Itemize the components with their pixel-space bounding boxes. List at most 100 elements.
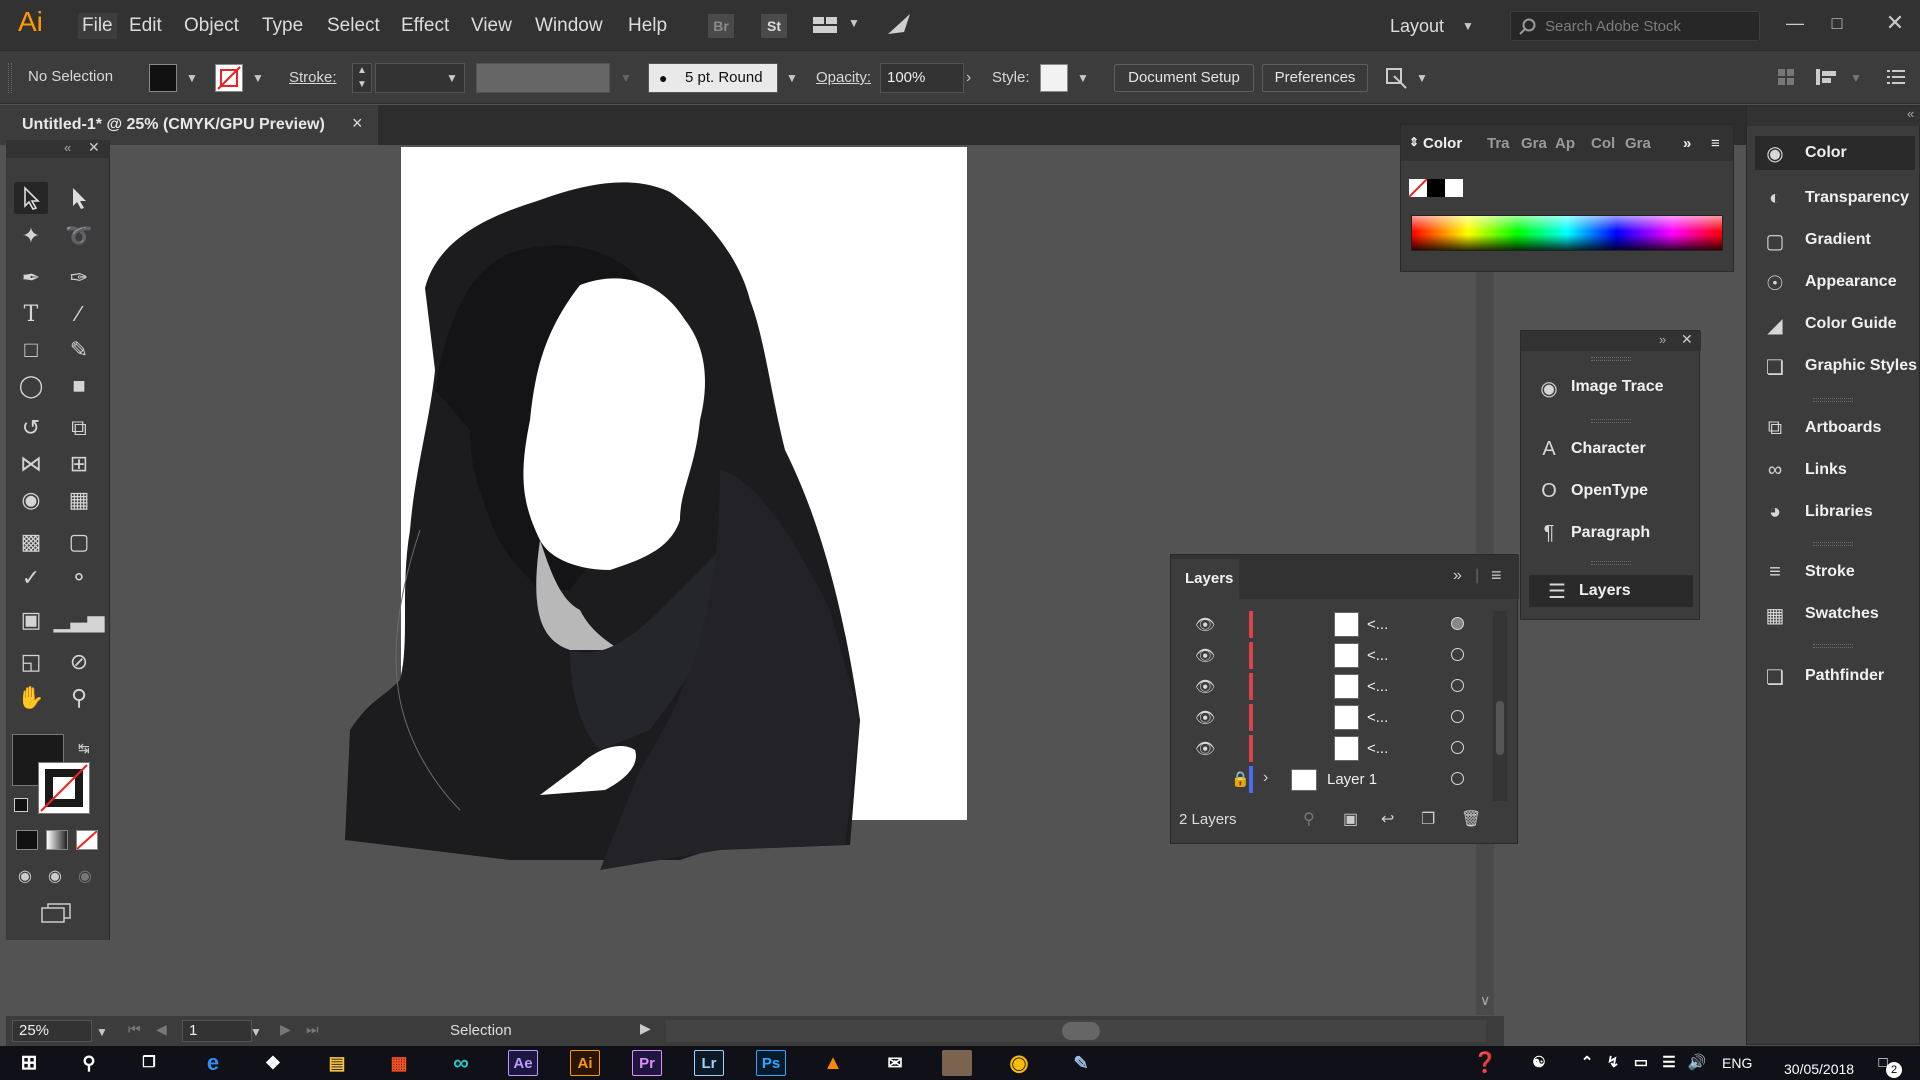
draw-inside-icon[interactable]: ◉ bbox=[78, 866, 92, 886]
windows-start-icon[interactable]: ⊞ bbox=[14, 1050, 44, 1076]
gpu-performance-icon[interactable] bbox=[884, 10, 914, 40]
none-mode-icon[interactable] bbox=[76, 830, 98, 850]
target-icon[interactable] bbox=[1451, 679, 1464, 692]
tab-gradient[interactable]: Gra bbox=[1521, 135, 1547, 152]
dock-paragraph[interactable]: ¶ Paragraph bbox=[1521, 513, 1699, 555]
artwork-hooded-figure[interactable] bbox=[340, 170, 980, 870]
paint-app-icon[interactable]: ✎ bbox=[1066, 1050, 1096, 1076]
collapse-icon[interactable]: » bbox=[1453, 567, 1462, 585]
grip[interactable] bbox=[1813, 542, 1853, 546]
none-swatch[interactable] bbox=[1408, 178, 1428, 198]
mail-icon[interactable]: ✉ bbox=[880, 1050, 910, 1076]
type-tool-icon[interactable]: T bbox=[14, 298, 48, 330]
panel-menu-icon[interactable]: ≡ bbox=[1711, 135, 1720, 152]
illustrator-icon[interactable]: Ai bbox=[570, 1050, 600, 1076]
draw-normal-icon[interactable]: ◉ bbox=[18, 866, 32, 886]
chevron-down-icon[interactable]: ▼ bbox=[1416, 71, 1428, 85]
next-artboard-icon[interactable]: ▶ bbox=[280, 1021, 291, 1038]
free-transform-icon[interactable]: ⊞ bbox=[62, 448, 96, 480]
target-icon[interactable] bbox=[1451, 617, 1464, 630]
lasso-icon[interactable]: ➰ bbox=[62, 220, 96, 252]
dock-image-trace[interactable]: ◉ Image Trace bbox=[1521, 367, 1699, 409]
stroke-label[interactable]: Stroke: bbox=[289, 69, 337, 86]
layer-row[interactable]: 👁 <... bbox=[1181, 733, 1659, 764]
isolate-icon[interactable] bbox=[1384, 66, 1408, 90]
width-tool-icon[interactable]: ⋈ bbox=[14, 448, 48, 480]
chevron-down-icon[interactable]: ▼ bbox=[1462, 19, 1474, 33]
last-artboard-icon[interactable]: ⏭ bbox=[306, 1021, 319, 1038]
dock-pathfinder[interactable]: ❏ Pathfinder bbox=[1747, 656, 1919, 698]
minimize-button[interactable]: — bbox=[1780, 8, 1810, 38]
layer-row[interactable]: 👁 <... bbox=[1181, 609, 1659, 640]
visibility-eye-icon[interactable]: 👁 bbox=[1195, 708, 1215, 728]
chevron-down-icon[interactable]: ▼ bbox=[1850, 71, 1862, 85]
target-icon[interactable] bbox=[1451, 710, 1464, 723]
vlc-icon[interactable]: ▲ bbox=[818, 1050, 848, 1076]
menu-window[interactable]: Window bbox=[535, 15, 603, 37]
grip[interactable] bbox=[1813, 644, 1853, 648]
chevron-down-icon[interactable]: ∨ bbox=[1480, 992, 1490, 1009]
dock-character[interactable]: A Character bbox=[1521, 429, 1699, 471]
photos-app-icon[interactable] bbox=[942, 1050, 972, 1076]
scroll-thumb[interactable] bbox=[1496, 701, 1504, 755]
premiere-icon[interactable]: Pr bbox=[632, 1050, 662, 1076]
tab-transparency[interactable]: Tra bbox=[1487, 135, 1510, 152]
dock-swatches[interactable]: ▦ Swatches bbox=[1747, 594, 1919, 636]
clipping-mask-icon[interactable]: ▣ bbox=[1343, 809, 1358, 829]
target-icon[interactable] bbox=[1451, 648, 1464, 661]
first-artboard-icon[interactable]: ⏮ bbox=[128, 1021, 141, 1038]
align-icon[interactable] bbox=[1776, 67, 1796, 87]
menu-effect[interactable]: Effect bbox=[401, 15, 449, 37]
chevron-down-icon[interactable]: ▼ bbox=[252, 71, 264, 85]
color-spectrum[interactable] bbox=[1411, 215, 1723, 251]
blend-tool-icon[interactable]: ⚬ bbox=[62, 562, 96, 594]
status-menu-icon[interactable]: ▶ bbox=[640, 1020, 651, 1037]
menu-file[interactable]: File bbox=[78, 13, 117, 39]
expand-chevron-icon[interactable]: › bbox=[1263, 769, 1268, 787]
grip[interactable] bbox=[1813, 398, 1853, 402]
expand-icon[interactable]: » bbox=[1659, 332, 1666, 347]
edge-browser-icon[interactable]: e bbox=[198, 1050, 228, 1076]
draw-behind-icon[interactable]: ◉ bbox=[48, 866, 62, 886]
collapse-icon[interactable]: « bbox=[1907, 106, 1914, 121]
menu-help[interactable]: Help bbox=[628, 15, 667, 37]
stroke-weight-stepper[interactable]: ▲ ▼ bbox=[352, 63, 372, 93]
swap-colors-icon[interactable]: ↹ bbox=[78, 740, 90, 757]
trash-icon[interactable]: 🗑 bbox=[1461, 809, 1481, 829]
dock-color-guide[interactable]: ◢ Color Guide bbox=[1747, 304, 1919, 346]
layer-name[interactable]: Layer 1 bbox=[1327, 771, 1377, 788]
curvature-tool-icon[interactable]: ✑ bbox=[62, 262, 96, 294]
dock-color[interactable]: ◉ Color bbox=[1755, 136, 1915, 170]
layer-name[interactable]: <... bbox=[1367, 709, 1388, 726]
collapse-arrow-icon[interactable]: ⇕ bbox=[1409, 135, 1419, 149]
chevron-down-icon[interactable]: ▼ bbox=[186, 71, 198, 85]
visibility-eye-icon[interactable]: 👁 bbox=[1195, 646, 1215, 666]
dock-opentype[interactable]: O OpenType bbox=[1521, 471, 1699, 513]
target-icon[interactable] bbox=[1451, 772, 1464, 785]
rectangle-tool-icon[interactable]: □ bbox=[14, 334, 48, 366]
layers-scrollbar[interactable] bbox=[1493, 611, 1507, 801]
dock-stroke[interactable]: ≡ Stroke bbox=[1747, 552, 1919, 594]
tab-color[interactable]: Color bbox=[1423, 135, 1462, 152]
eraser-icon[interactable]: ■ bbox=[62, 370, 96, 402]
symbol-sprayer-icon[interactable]: ▣ bbox=[14, 604, 48, 636]
visibility-eye-icon[interactable]: 👁 bbox=[1195, 739, 1215, 759]
search-icon[interactable]: ⚲ bbox=[74, 1050, 104, 1076]
magic-wand-icon[interactable]: ✦ bbox=[14, 220, 48, 252]
dock-header[interactable]: » ✕ bbox=[1521, 331, 1701, 351]
scale-tool-icon[interactable]: ⧉ bbox=[62, 412, 96, 444]
layer-row[interactable]: 👁 <... bbox=[1181, 640, 1659, 671]
zoom-level[interactable]: 25% bbox=[12, 1020, 92, 1042]
preferences-button[interactable]: Preferences bbox=[1262, 64, 1368, 92]
perspective-grid-icon[interactable]: ▦ bbox=[62, 484, 96, 516]
bluetooth-icon[interactable]: ↯ bbox=[1598, 1050, 1628, 1076]
tab-layers[interactable]: Layers bbox=[1171, 559, 1239, 599]
color-mode-icon[interactable] bbox=[16, 830, 38, 850]
dock-artboards[interactable]: ⧉ Artboards bbox=[1747, 408, 1919, 450]
document-tab[interactable]: Untitled-1* @ 25% (CMYK/GPU Preview) × bbox=[0, 105, 378, 145]
fill-swatch[interactable] bbox=[149, 64, 177, 92]
photoshop-icon[interactable]: Ps bbox=[756, 1050, 786, 1076]
layer-row-parent[interactable]: 🔒 › Layer 1 bbox=[1181, 764, 1659, 795]
layer-name[interactable]: <... bbox=[1367, 678, 1388, 695]
chevron-down-icon[interactable]: ▼ bbox=[446, 71, 458, 85]
